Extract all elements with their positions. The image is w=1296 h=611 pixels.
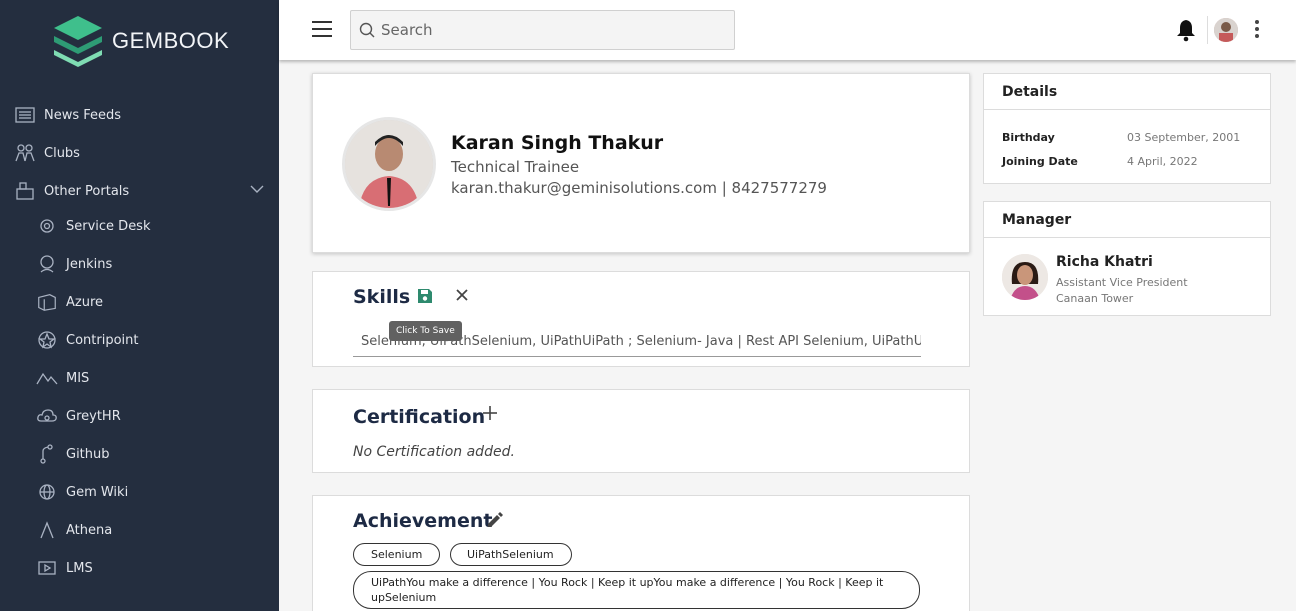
greythr-icon (36, 405, 58, 427)
brand-logo[interactable]: GEMBOOK (52, 14, 229, 68)
close-icon[interactable] (455, 288, 469, 302)
manager-designation: Assistant Vice President (1056, 276, 1188, 289)
profile-contact: karan.thakur@geminisolutions.com | 84275… (451, 179, 827, 197)
joining-date-label: Joining Date (1002, 155, 1078, 168)
sidebar-item-mis[interactable]: MIS (36, 367, 89, 389)
divider (1207, 16, 1208, 44)
jenkins-icon (36, 253, 58, 275)
sidebar-item-label: LMS (66, 560, 93, 576)
sidebar-item-service-desk[interactable]: Service Desk (36, 215, 151, 237)
clubs-icon (14, 142, 36, 164)
certification-card: Certification No Certification added. (312, 389, 970, 473)
search-input[interactable] (381, 21, 711, 39)
achievement-title: Achievement (353, 510, 493, 532)
sidebar-item-label: Github (66, 446, 110, 462)
notification-bell-icon[interactable] (1176, 18, 1196, 42)
sidebar-item-contripoint[interactable]: Contripoint (36, 329, 138, 351)
add-icon[interactable] (482, 405, 498, 421)
sidebar-item-label: Service Desk (66, 218, 151, 234)
profile-name: Karan Singh Thakur (451, 132, 664, 154)
achievement-chip[interactable]: UiPathYou make a difference | You Rock |… (353, 571, 920, 609)
contripoint-icon (36, 329, 58, 351)
sidebar-item-news-feeds[interactable]: News Feeds (14, 104, 121, 126)
sidebar-item-label: MIS (66, 370, 90, 386)
skills-card: Skills Click To Save (312, 271, 970, 367)
github-icon (36, 443, 58, 465)
profile-card: Karan Singh Thakur Technical Trainee kar… (312, 73, 970, 253)
achievement-chip[interactable]: UiPathSelenium (450, 543, 572, 566)
sidebar-item-label: Other Portals (44, 183, 130, 199)
sidebar-item-label: Azure (66, 294, 104, 310)
gembook-logo-icon (54, 16, 102, 67)
skills-title: Skills (353, 286, 411, 308)
certification-title: Certification (353, 406, 486, 428)
azure-icon (36, 291, 58, 313)
sidebar-item-clubs[interactable]: Clubs (14, 142, 80, 164)
sidebar: GEMBOOK News Feeds Clubs Other Portals S… (0, 0, 279, 611)
manager-avatar (1002, 254, 1048, 300)
chevron-down-icon[interactable] (249, 183, 265, 195)
birthday-label: Birthday (1002, 131, 1055, 144)
sidebar-item-label: Gem Wiki (66, 484, 129, 500)
top-bar (279, 0, 1296, 60)
manager-card: Manager Richa Khatri Assistant Vice Pres… (983, 201, 1271, 316)
profile-role: Technical Trainee (451, 158, 580, 176)
sidebar-item-jenkins[interactable]: Jenkins (36, 253, 112, 275)
more-options-icon[interactable] (1255, 20, 1261, 41)
search-box[interactable] (350, 10, 735, 50)
user-avatar[interactable] (1214, 18, 1238, 42)
gem-wiki-icon (36, 481, 58, 503)
sidebar-item-gem-wiki[interactable]: Gem Wiki (36, 481, 128, 503)
details-card: Details Birthday 03 September, 2001 Join… (983, 73, 1271, 184)
portals-icon (14, 180, 36, 202)
birthday-value: 03 September, 2001 (1127, 131, 1241, 144)
athena-icon (36, 519, 58, 541)
sidebar-item-label: Clubs (44, 145, 80, 161)
lms-icon (36, 557, 58, 579)
achievement-chip[interactable]: Selenium (353, 543, 440, 566)
profile-photo (342, 117, 436, 211)
sidebar-item-github[interactable]: Github (36, 443, 110, 465)
sidebar-item-lms[interactable]: LMS (36, 557, 93, 579)
certification-empty-text: No Certification added. (353, 444, 515, 460)
menu-icon[interactable] (312, 21, 332, 37)
manager-name: Richa Khatri (1056, 254, 1153, 270)
sidebar-item-other-portals[interactable]: Other Portals (14, 180, 129, 202)
save-tooltip: Click To Save (389, 321, 462, 341)
news-icon (14, 104, 36, 126)
sidebar-item-label: Jenkins (66, 256, 113, 272)
search-icon (359, 22, 375, 38)
sidebar-item-athena[interactable]: Athena (36, 519, 112, 541)
manager-location: Canaan Tower (1056, 292, 1134, 305)
sidebar-item-greythr[interactable]: GreytHR (36, 405, 121, 427)
joining-date-value: 4 April, 2022 (1127, 155, 1198, 168)
sidebar-item-label: News Feeds (44, 107, 122, 123)
sidebar-item-azure[interactable]: Azure (36, 291, 103, 313)
edit-icon[interactable] (485, 510, 505, 530)
sidebar-item-label: Contripoint (66, 332, 139, 348)
manager-title: Manager (984, 202, 1270, 238)
service-desk-icon (36, 215, 58, 237)
brand-name: GEMBOOK (112, 28, 230, 53)
achievement-card: Achievement Selenium UiPathSelenium UiPa… (312, 495, 970, 611)
mis-icon (36, 367, 58, 389)
sidebar-item-label: Athena (66, 522, 113, 538)
save-icon[interactable] (416, 287, 434, 305)
details-title: Details (984, 74, 1270, 110)
sidebar-item-label: GreytHR (66, 408, 121, 424)
